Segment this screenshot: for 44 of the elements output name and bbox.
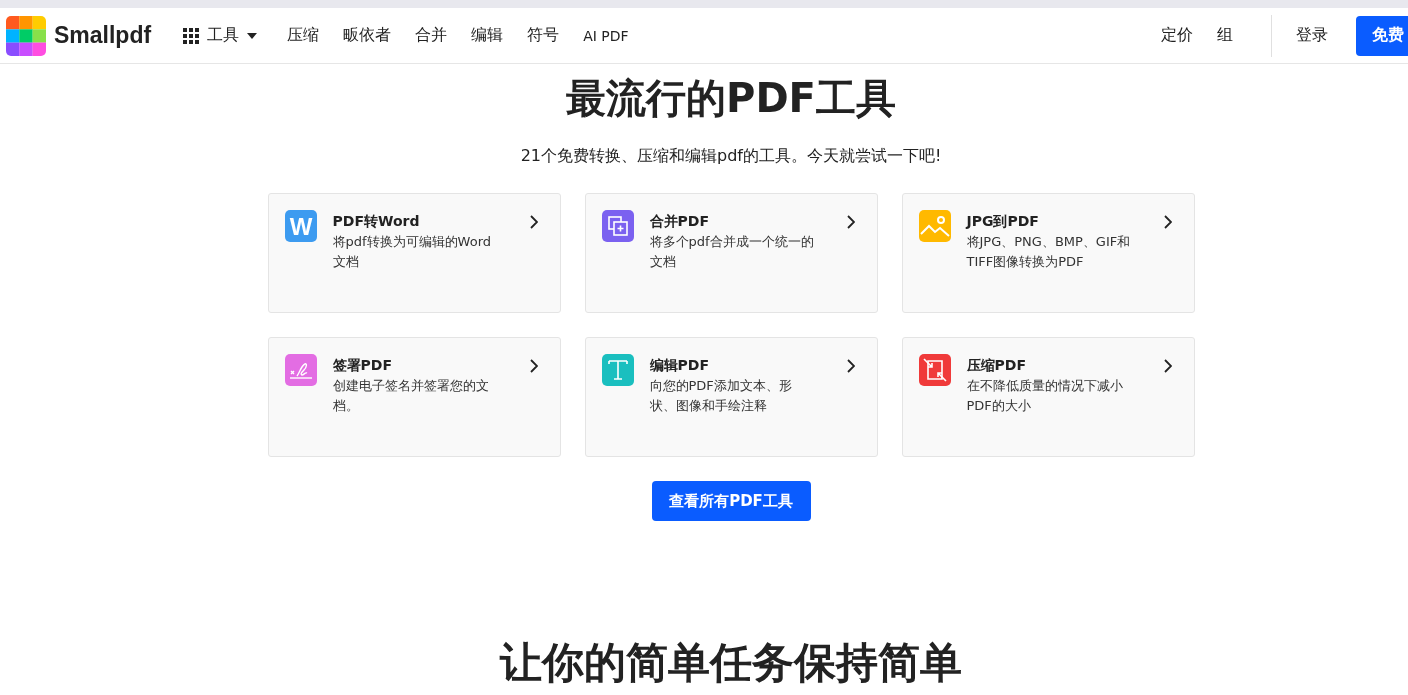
word-icon: W	[284, 210, 317, 242]
tool-description: 将pdf转换为可编辑的Word文档	[332, 233, 492, 271]
tool-card[interactable]: JPG到PDF 将JPG、PNG、BMP、GIF和TIFF图像转换为PDF	[901, 193, 1195, 313]
tool-title: 合并PDF	[649, 212, 710, 231]
page-heading: 最流行的PDF工具	[566, 74, 896, 123]
tool-description: 在不降低质量的情况下减小PDF的大小	[966, 377, 1124, 415]
nav-link[interactable]: 压缩	[287, 25, 320, 46]
tool-description: 将JPG、PNG、BMP、GIF和TIFF图像转换为PDF	[966, 233, 1132, 271]
tool-card[interactable]: 签署PDF 创建电子签名并签署您的文档。	[267, 337, 561, 457]
tool-description: 向您的PDF添加文本、形状、图像和手绘注释	[649, 377, 793, 415]
chevron-right-icon	[1163, 215, 1172, 229]
tool-card[interactable]: 编辑PDF 向您的PDF添加文本、形状、图像和手绘注释	[584, 337, 878, 457]
nav-link[interactable]: 组	[1217, 25, 1233, 46]
signup-button[interactable]: 免费	[1356, 15, 1408, 56]
chevron-right-icon	[846, 359, 855, 373]
chevron-right-icon	[1163, 359, 1172, 373]
tool-title: JPG到PDF	[966, 212, 1040, 231]
logo-icon[interactable]	[6, 15, 46, 56]
tool-card[interactable]: 压缩PDF 在不降低质量的情况下减小PDF的大小	[901, 337, 1195, 457]
nav-link[interactable]: 合并	[415, 25, 448, 46]
chevron-right-icon	[529, 215, 538, 229]
login-link[interactable]: 登录	[1296, 25, 1328, 46]
section-heading: 让你的简单任务保持简单	[500, 639, 962, 687]
tool-title: PDF转Word	[332, 212, 421, 231]
nav-link[interactable]: 编辑	[471, 25, 504, 46]
logo-wordmark[interactable]: Smallpdf	[54, 22, 152, 49]
nav-link[interactable]: 畈依者	[343, 25, 392, 46]
tool-card[interactable]: W PDF转Word 将pdf转换为可编辑的Word文档	[267, 193, 561, 313]
tool-card[interactable]: 合并PDF 将多个pdf合并成一个统一的文档	[584, 193, 878, 313]
nav-link[interactable]: 定价	[1161, 25, 1193, 46]
tool-title: 签署PDF	[332, 356, 393, 375]
nav-link[interactable]: AI PDF	[583, 27, 629, 44]
tools-menu[interactable]: 工具	[183, 25, 258, 46]
all-tools-button[interactable]: 查看所有PDF工具	[651, 481, 811, 521]
chevron-right-icon	[846, 215, 855, 229]
chevron-right-icon	[529, 359, 538, 373]
tool-description: 将多个pdf合并成一个统一的文档	[649, 233, 815, 271]
page-subtitle: 21个免费转换、压缩和编辑pdf的工具。今天就尝试一下吧!	[520, 146, 942, 167]
nav-link[interactable]: 符号	[527, 25, 560, 46]
grid-icon	[183, 27, 200, 44]
caret-icon	[247, 32, 258, 39]
tool-title: 压缩PDF	[966, 356, 1027, 375]
tool-description: 创建电子签名并签署您的文档。	[332, 377, 490, 415]
tool-title: 编辑PDF	[649, 356, 710, 375]
